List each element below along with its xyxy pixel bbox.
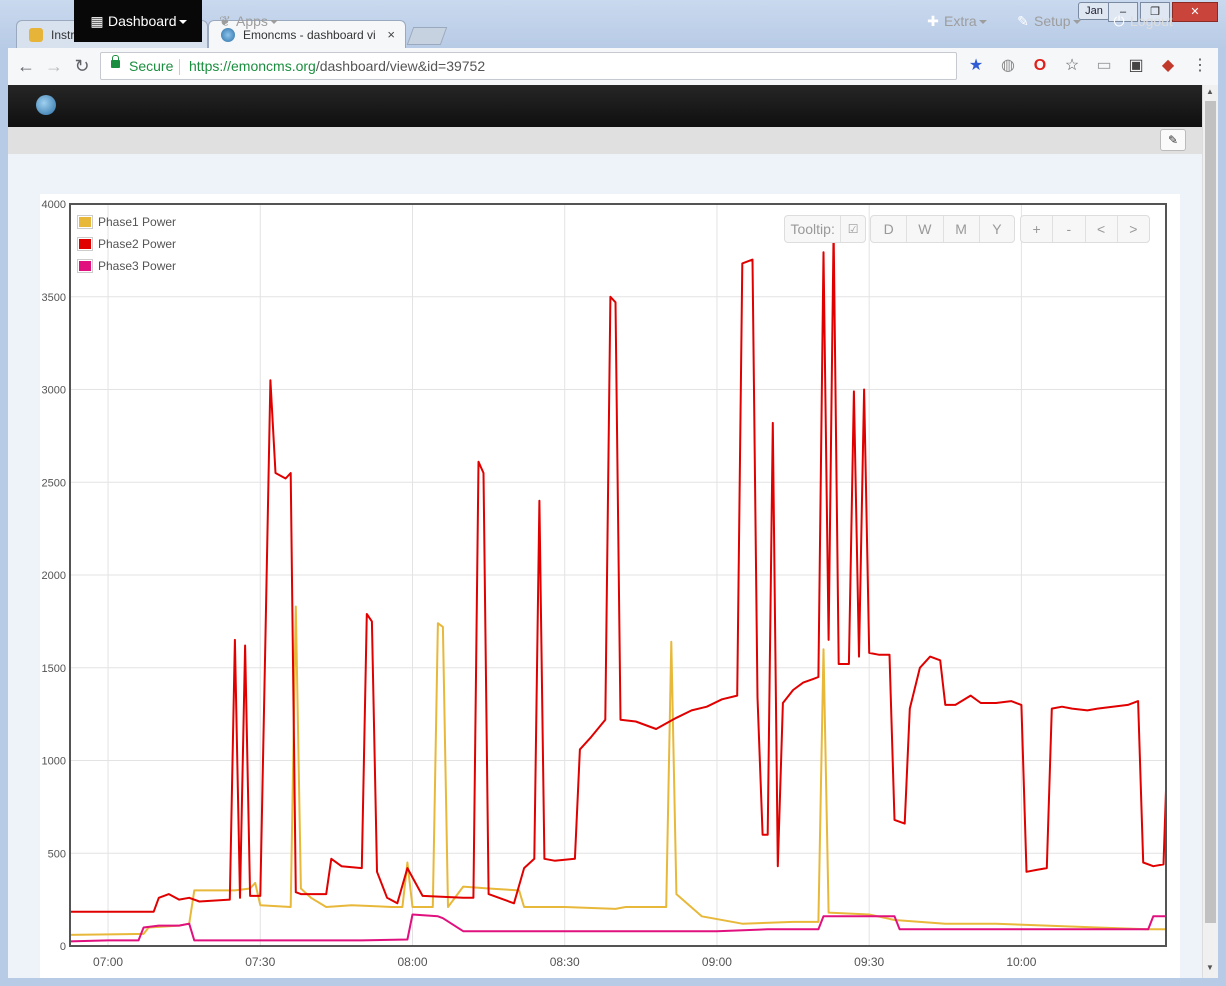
y-tick-label: 1500 bbox=[42, 663, 66, 675]
range-day-button[interactable]: D bbox=[871, 216, 906, 242]
legend-label: Phase1 Power bbox=[98, 215, 177, 229]
legend-label: Phase3 Power bbox=[98, 259, 177, 273]
tooltip-checkbox[interactable]: ☑ bbox=[840, 216, 865, 242]
pan-right-button[interactable]: > bbox=[1116, 216, 1149, 242]
range-button-group: D W M Y bbox=[870, 215, 1015, 243]
y-tick-label: 500 bbox=[48, 848, 66, 860]
y-tick-label: 2000 bbox=[42, 570, 66, 582]
window-frame-left bbox=[0, 48, 8, 986]
x-tick-label: 09:00 bbox=[702, 955, 732, 969]
legend-swatch-phase2 bbox=[79, 239, 91, 249]
page-scrollbar[interactable]: ▲ ▼ bbox=[1202, 85, 1219, 978]
zoom-out-button[interactable]: - bbox=[1052, 216, 1084, 242]
legend-swatch-phase1 bbox=[79, 217, 91, 227]
x-tick-label: 07:30 bbox=[245, 955, 275, 969]
x-tick-label: 08:00 bbox=[397, 955, 427, 969]
x-tick-label: 10:00 bbox=[1006, 955, 1036, 969]
legend-item-phase3: Phase3 Power bbox=[77, 255, 176, 277]
legend-swatch-phase3 bbox=[79, 261, 91, 271]
range-month-button[interactable]: M bbox=[942, 216, 979, 242]
y-tick-label: 4000 bbox=[42, 199, 66, 211]
x-tick-label: 08:30 bbox=[550, 955, 580, 969]
pan-left-button[interactable]: < bbox=[1084, 216, 1117, 242]
range-week-button[interactable]: W bbox=[906, 216, 942, 242]
zoom-pan-button-group: + - < > bbox=[1020, 215, 1150, 243]
window-frame-right bbox=[1218, 48, 1226, 986]
y-tick-label: 0 bbox=[60, 941, 66, 953]
y-tick-label: 1000 bbox=[42, 756, 66, 768]
legend-item-phase2: Phase2 Power bbox=[77, 233, 176, 255]
tooltip-toggle-group: Tooltip: ☑ bbox=[784, 215, 866, 243]
scroll-up-arrow-icon[interactable]: ▲ bbox=[1206, 87, 1214, 96]
x-tick-label: 07:00 bbox=[93, 955, 123, 969]
y-tick-label: 3500 bbox=[42, 292, 66, 304]
window-frame-bottom bbox=[0, 978, 1226, 986]
tooltip-label: Tooltip: bbox=[790, 221, 835, 237]
series-line-phase3 bbox=[70, 913, 1166, 943]
power-chart: 0 500 1000 1500 2000 2500 3000 3500 4000 07:00 07:… bbox=[42, 199, 1167, 969]
scroll-down-arrow-icon[interactable]: ▼ bbox=[1206, 963, 1214, 972]
y-tick-label: 3000 bbox=[42, 385, 66, 397]
series-line-phase2 bbox=[70, 229, 1166, 913]
zoom-in-button[interactable]: + bbox=[1021, 216, 1052, 242]
x-tick-label: 09:30 bbox=[854, 955, 884, 969]
chart-legend: Phase1 Power Phase2 Power Phase3 Power bbox=[77, 211, 176, 277]
range-year-button[interactable]: Y bbox=[978, 216, 1014, 242]
legend-item-phase1: Phase1 Power bbox=[77, 211, 176, 233]
y-tick-label: 2500 bbox=[42, 477, 66, 489]
scrollbar-thumb[interactable] bbox=[1205, 101, 1216, 923]
legend-label: Phase2 Power bbox=[98, 237, 177, 251]
